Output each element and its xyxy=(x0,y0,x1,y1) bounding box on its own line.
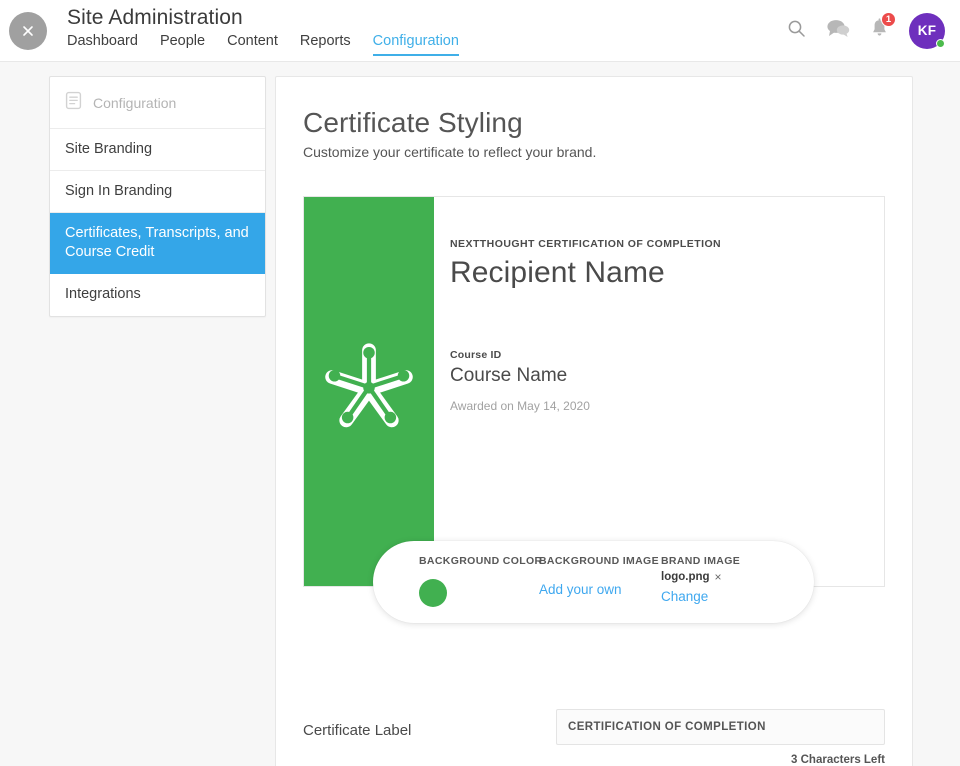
page-body: Configuration Site Branding Sign In Bran… xyxy=(0,62,960,766)
background-color-swatch[interactable] xyxy=(419,579,447,607)
configuration-sidebar: Configuration Site Branding Sign In Bran… xyxy=(49,76,266,317)
certificate-course-name: Course Name xyxy=(450,365,568,386)
background-image-control: BACKGROUND IMAGE Add your own xyxy=(539,554,661,623)
sidebar-item-site-branding[interactable]: Site Branding xyxy=(50,129,265,171)
search-icon xyxy=(787,19,806,43)
change-brand-image-link[interactable]: Change xyxy=(661,588,708,606)
notification-badge: 1 xyxy=(881,12,896,27)
nextthought-star-logo-icon xyxy=(306,329,432,454)
certificate-brand-panel xyxy=(304,197,434,586)
sidebar-item-sign-in-branding[interactable]: Sign In Branding xyxy=(50,171,265,213)
brand-image-filename-row: logo.png × xyxy=(661,569,771,585)
nav-item-reports[interactable]: Reports xyxy=(300,32,351,56)
page-subtitle: Customize your certificate to reflect yo… xyxy=(303,144,597,160)
certificate-course-id-label: Course ID xyxy=(450,349,502,361)
sidebar-header: Configuration xyxy=(50,77,265,129)
close-icon xyxy=(20,23,36,39)
messages-button[interactable] xyxy=(826,18,850,43)
certificate-awarded-date: Awarded on May 14, 2020 xyxy=(450,399,590,413)
main-nav: Dashboard People Content Reports Configu… xyxy=(67,32,459,56)
sidebar-item-certificates-transcripts-course-credit[interactable]: Certificates, Transcripts, and Course Cr… xyxy=(50,213,265,274)
certificate-label-field-label: Certificate Label xyxy=(303,722,412,739)
sidebar-item-integrations[interactable]: Integrations xyxy=(50,274,265,316)
background-color-label: BACKGROUND COLOR xyxy=(419,555,543,567)
brand-image-control: BRAND IMAGE logo.png × Change xyxy=(661,554,781,623)
brand-image-label: BRAND IMAGE xyxy=(661,555,741,567)
main-content-card: Certificate Styling Customize your certi… xyxy=(275,76,913,766)
close-button[interactable] xyxy=(9,11,47,50)
nav-item-people[interactable]: People xyxy=(160,32,205,56)
notifications-button[interactable]: 1 xyxy=(870,12,896,43)
nav-item-dashboard[interactable]: Dashboard xyxy=(67,32,138,56)
characters-left-counter: 3 Characters Left xyxy=(791,754,885,766)
avatar-initials: KF xyxy=(917,23,937,38)
nav-item-configuration[interactable]: Configuration xyxy=(372,32,459,56)
nav-item-content[interactable]: Content xyxy=(227,32,278,56)
certificate-label-field: 3 Characters Left xyxy=(556,709,885,766)
main-header: Certificate Styling Customize your certi… xyxy=(276,77,912,162)
chat-bubbles-icon xyxy=(826,18,850,43)
page-title: Certificate Styling xyxy=(303,107,523,138)
sidebar-header-label: Configuration xyxy=(93,95,177,111)
certificate-preview-wrapper: NEXTTHOUGHT CERTIFICATION OF COMPLETION … xyxy=(303,196,885,623)
certificate-eyebrow: NEXTTHOUGHT CERTIFICATION OF COMPLETION xyxy=(450,238,722,250)
background-color-control: BACKGROUND COLOR xyxy=(419,554,543,623)
certificate-body: NEXTTHOUGHT CERTIFICATION OF COMPLETION … xyxy=(434,197,884,586)
search-button[interactable] xyxy=(787,19,806,43)
avatar[interactable]: KF xyxy=(909,12,945,49)
remove-brand-image-icon[interactable]: × xyxy=(715,571,722,583)
certificate-recipient-name: Recipient Name xyxy=(450,256,665,289)
add-background-image-link[interactable]: Add your own xyxy=(539,581,622,599)
certificate-label-row: Certificate Label 3 Characters Left xyxy=(276,709,912,766)
top-bar: Site Administration Dashboard People Con… xyxy=(0,0,960,62)
top-actions: 1 KF xyxy=(787,12,945,49)
online-status-dot xyxy=(936,38,945,48)
document-list-icon xyxy=(65,91,82,115)
app-title: Site Administration xyxy=(67,6,243,29)
brand-image-filename: logo.png xyxy=(661,571,710,583)
certificate-preview: NEXTTHOUGHT CERTIFICATION OF COMPLETION … xyxy=(303,196,885,587)
certificate-label-input[interactable] xyxy=(556,709,885,745)
style-controls-panel: BACKGROUND COLOR BACKGROUND IMAGE Add yo… xyxy=(373,541,814,623)
background-image-label: BACKGROUND IMAGE xyxy=(539,555,659,567)
title-block: Site Administration Dashboard People Con… xyxy=(67,5,459,56)
